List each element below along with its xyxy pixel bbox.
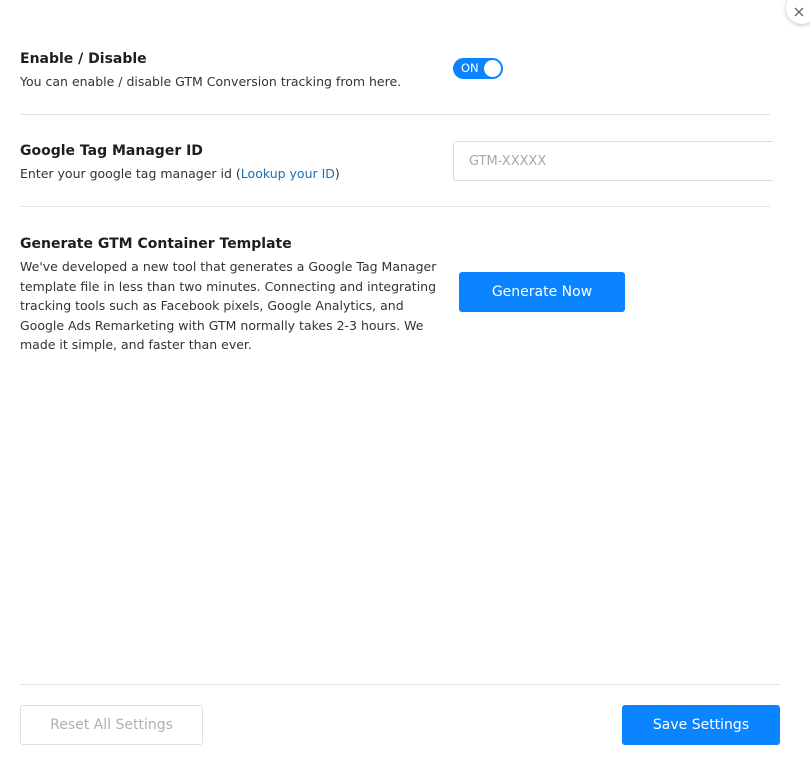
save-settings-button[interactable]: Save Settings xyxy=(622,705,780,745)
divider xyxy=(20,114,770,115)
template-description-line: Google Ads Remarketing with GTM normally… xyxy=(20,317,424,333)
settings-panel: Enable / Disable You can enable / disabl… xyxy=(0,0,810,772)
template-description-line: tracking tools such as Facebook pixels, … xyxy=(20,298,404,313)
divider xyxy=(20,206,770,207)
footer-divider xyxy=(20,684,780,685)
close-icon xyxy=(794,7,804,17)
toggle-label: ON xyxy=(461,61,479,75)
gtm-id-description-suffix: ) xyxy=(334,166,340,181)
template-description-line: made it simple, and faster than ever. xyxy=(20,337,252,352)
tracking-toggle[interactable]: ON xyxy=(453,58,503,79)
generate-now-button[interactable]: Generate Now xyxy=(459,272,625,312)
lookup-id-link[interactable]: Lookup your ID xyxy=(241,166,335,181)
template-section: Generate GTM Container Template We've de… xyxy=(20,235,440,355)
enable-section: Enable / Disable You can enable / disabl… xyxy=(20,50,770,92)
enable-description: You can enable / disable GTM Conversion … xyxy=(20,74,402,89)
gtm-id-input[interactable] xyxy=(453,141,773,181)
close-button[interactable] xyxy=(786,0,810,24)
template-title: Generate GTM Container Template xyxy=(20,236,292,252)
template-description: We've developed a new tool that generate… xyxy=(20,257,440,355)
enable-title: Enable / Disable xyxy=(20,51,147,67)
template-description-line: template file in less than two minutes. … xyxy=(20,278,437,294)
toggle-knob xyxy=(484,60,501,77)
reset-settings-button[interactable]: Reset All Settings xyxy=(20,705,203,745)
template-description-line: We've developed a new tool that generate… xyxy=(20,259,437,274)
gtm-id-description-prefix: Enter your google tag manager id ( xyxy=(20,166,241,181)
